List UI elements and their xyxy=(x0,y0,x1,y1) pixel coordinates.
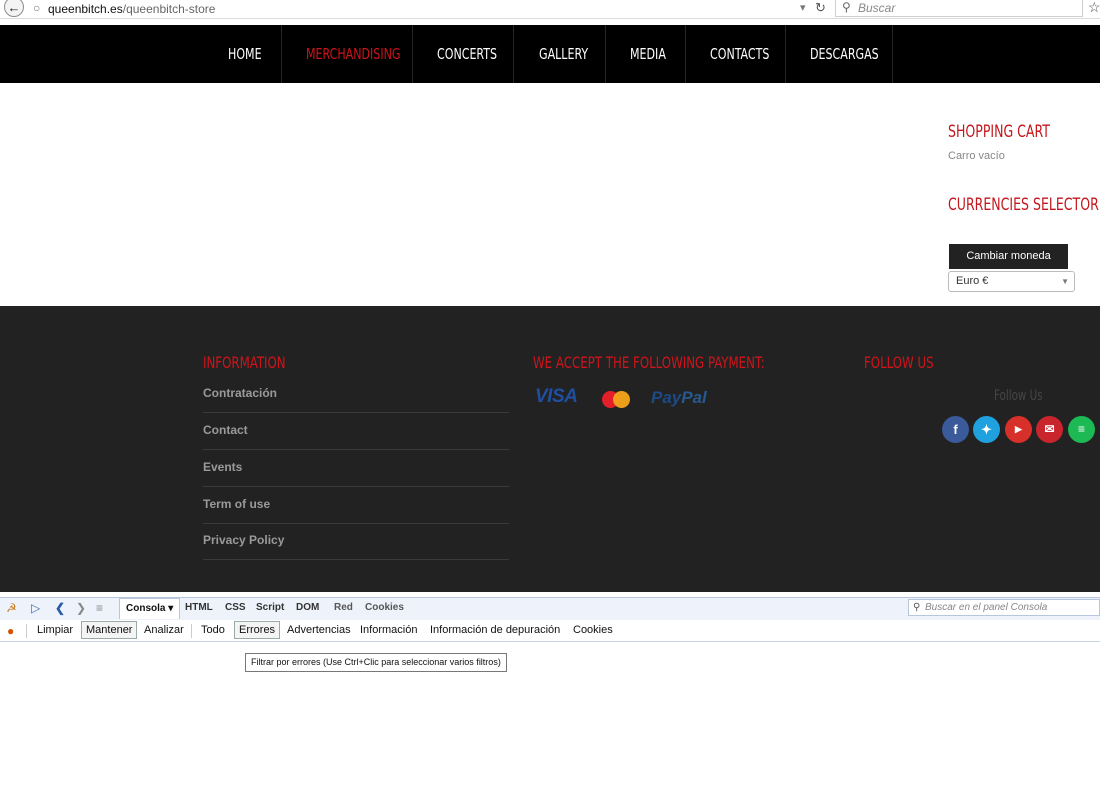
youtube-icon[interactable]: ▶ xyxy=(1005,416,1032,443)
toolbar-separator xyxy=(191,624,192,638)
search-icon: ⚲ xyxy=(913,602,921,613)
paypal-logo-pay: Pay xyxy=(651,388,682,407)
toolbar-separator xyxy=(26,624,27,638)
nav-item-label: CONCERTS xyxy=(437,45,498,63)
tab-red[interactable]: Red xyxy=(334,602,353,613)
back-button[interactable]: ← xyxy=(4,0,24,17)
errors-tooltip: Filtrar por errores (Use Ctrl+Clic para … xyxy=(245,653,507,672)
nav-item-label: MEDIA xyxy=(630,45,666,63)
follow-us-label: Follow Us xyxy=(994,387,1053,404)
footer-link-privacy[interactable]: Privacy Policy xyxy=(203,523,509,560)
tab-css[interactable]: CSS xyxy=(225,602,246,613)
forward-arrow-icon[interactable]: ❯ xyxy=(76,601,86,615)
profile-button[interactable]: Analizar xyxy=(144,624,184,636)
search-icon: ⚲ xyxy=(842,0,851,14)
nav-item-contacts[interactable]: CONTACTS xyxy=(710,25,782,83)
spotify-icon[interactable]: ≡ xyxy=(1068,416,1095,443)
information-title-text: INFORMATION xyxy=(203,353,286,372)
nav-separator xyxy=(513,25,514,83)
filter-errors-button[interactable]: Errores xyxy=(234,621,281,639)
paypal-logo: PayPal xyxy=(651,388,707,408)
nav-separator xyxy=(281,25,282,83)
tab-html[interactable]: HTML xyxy=(185,602,213,613)
browser-url-bar: ← ○ queenbitch.es/queenbitch-store ▾ ↻ ⚲… xyxy=(0,0,1100,19)
bookmark-star-icon[interactable]: ☆ xyxy=(1088,0,1100,16)
command-line-icon[interactable]: ≡ xyxy=(96,601,103,615)
tab-consola-label: Consola xyxy=(126,603,166,614)
nav-item-label: DESCARGAS xyxy=(810,45,879,63)
payment-title-text: WE ACCEPT THE FOLLOWING PAYMENT: xyxy=(533,353,765,372)
tab-script[interactable]: Script xyxy=(256,602,284,613)
reload-icon[interactable]: ↻ xyxy=(815,0,826,16)
tab-consola[interactable]: Consola ▾ xyxy=(119,598,181,619)
footer-link-contact[interactable]: Contact xyxy=(203,413,509,450)
search-placeholder: Buscar xyxy=(858,1,896,15)
follow-us-title-text: FOLLOW US xyxy=(864,353,934,372)
footer xyxy=(0,306,1100,592)
information-title: INFORMATION xyxy=(203,353,304,373)
payment-title: WE ACCEPT THE FOLLOWING PAYMENT: xyxy=(533,353,816,373)
nav-separator xyxy=(605,25,606,83)
url-path: /queenbitch-store xyxy=(122,2,216,16)
nav-item-gallery[interactable]: GALLERY xyxy=(539,25,599,83)
back-arrow-icon[interactable]: ❮ xyxy=(55,601,65,615)
nav-item-label: GALLERY xyxy=(539,45,589,63)
nav-separator xyxy=(685,25,686,83)
follow-us-label-text: Follow Us xyxy=(994,388,1043,404)
nav-separator xyxy=(785,25,786,83)
cart-empty-text: Carro vacío xyxy=(948,150,1005,162)
filter-warnings-button[interactable]: Advertencias xyxy=(287,624,351,636)
footer-link-terms[interactable]: Term of use xyxy=(203,487,509,524)
currency-select-value: Euro € xyxy=(956,275,989,287)
filter-all-button[interactable]: Todo xyxy=(201,624,225,636)
persist-button[interactable]: Mantener xyxy=(81,621,138,639)
mastercard-orange-circle xyxy=(613,391,630,408)
filter-debug-info-button[interactable]: Información de depuración xyxy=(430,624,560,636)
footer-link-contratacion[interactable]: Contratación xyxy=(203,376,509,413)
shopping-cart-title-text: SHOPPING CART xyxy=(948,122,1050,142)
nav-item-label: HOME xyxy=(228,45,262,63)
nav-item-label: MERCHANDISING xyxy=(306,45,401,63)
nav-item-descargas[interactable]: DESCARGAS xyxy=(810,25,894,83)
facebook-icon[interactable]: f xyxy=(942,416,969,443)
browser-search-input[interactable]: ⚲ Buscar xyxy=(835,0,1083,17)
tab-dom[interactable]: DOM xyxy=(296,602,319,613)
visa-logo: VISA xyxy=(535,386,578,407)
console-search-input[interactable]: ⚲ Buscar en el panel Consola xyxy=(908,599,1100,616)
chevron-down-icon: ▼ xyxy=(1061,277,1069,286)
currencies-selector-title-text: CURRENCIES SELECTOR xyxy=(948,195,1099,215)
filter-info-button[interactable]: Información xyxy=(360,624,417,636)
chevron-down-icon: ▾ xyxy=(168,603,174,614)
email-icon[interactable]: ✉ xyxy=(1036,416,1063,443)
url-host: queenbitch.es xyxy=(48,2,123,16)
shopping-cart-title: SHOPPING CART xyxy=(948,122,1072,142)
inspect-icon[interactable]: ▷ xyxy=(31,601,40,615)
paypal-logo-pal: Pal xyxy=(681,388,707,407)
error-filter-icon[interactable]: ● xyxy=(7,624,14,638)
console-search-placeholder: Buscar en el panel Consola xyxy=(925,602,1048,613)
nav-item-home[interactable]: HOME xyxy=(228,25,269,83)
firebug-bug-icon[interactable]: ☭ xyxy=(6,601,17,615)
follow-us-title: FOLLOW US xyxy=(864,353,949,373)
mastercard-icon xyxy=(602,391,630,408)
twitter-icon[interactable]: ✦ xyxy=(973,416,1000,443)
url-field[interactable]: queenbitch.es/queenbitch-store xyxy=(48,2,215,16)
clear-button[interactable]: Limpiar xyxy=(37,624,73,636)
currency-select[interactable]: Euro € ▼ xyxy=(948,271,1075,292)
footer-link-events[interactable]: Events xyxy=(203,450,509,487)
nav-item-merchandising[interactable]: MERCHANDISING xyxy=(306,25,421,83)
nav-item-label: CONTACTS xyxy=(710,45,770,63)
nav-item-media[interactable]: MEDIA xyxy=(630,25,674,83)
filter-cookies-button[interactable]: Cookies xyxy=(573,624,613,636)
tab-cookies[interactable]: Cookies xyxy=(365,602,404,613)
nav-item-concerts[interactable]: CONCERTS xyxy=(437,25,510,83)
currencies-selector-title: CURRENCIES SELECTOR xyxy=(948,195,1100,215)
change-currency-button[interactable]: Cambiar moneda xyxy=(949,244,1068,269)
url-dropdown-icon[interactable]: ▾ xyxy=(800,1,806,14)
main-nav: HOME MERCHANDISING CONCERTS GALLERY MEDI… xyxy=(0,25,1100,83)
globe-icon: ○ xyxy=(33,1,41,15)
